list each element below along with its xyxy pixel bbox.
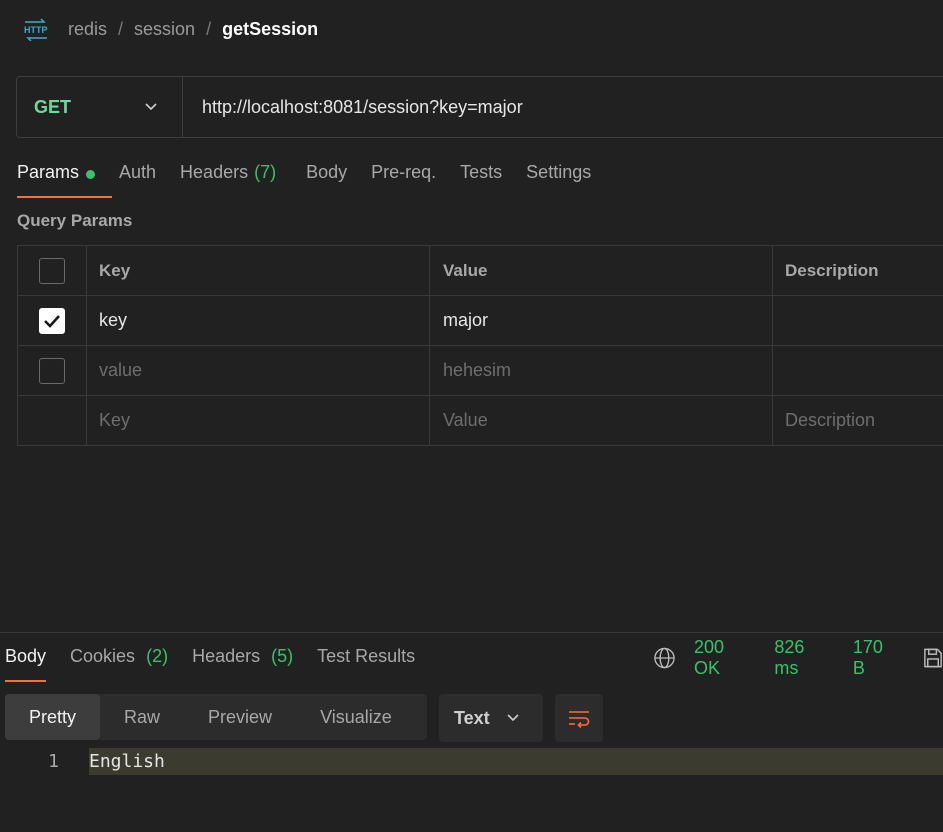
response-tabs: Body Cookies (2) Headers (5) Test Result… <box>5 642 439 682</box>
tab-response-body-label: Body <box>5 646 47 666</box>
row-checkbox-unchecked[interactable] <box>39 357 65 384</box>
tab-response-body[interactable]: Body <box>5 642 47 682</box>
save-icon[interactable] <box>922 647 943 669</box>
tab-prereq-label: Pre-req. <box>371 162 437 182</box>
svg-text:HTTP: HTTP <box>24 25 48 35</box>
pane-divider[interactable] <box>0 632 943 633</box>
response-size[interactable]: 170 B <box>853 637 898 679</box>
column-header-description: Description <box>785 260 879 280</box>
tab-prereq[interactable]: Pre-req. <box>371 158 436 198</box>
query-params-title: Query Params <box>17 211 133 230</box>
code-line[interactable]: English <box>89 748 943 775</box>
tab-settings-label: Settings <box>526 162 592 182</box>
column-header-key: Key <box>87 246 430 295</box>
breadcrumb-collection[interactable]: redis <box>68 19 107 40</box>
checkmark-icon <box>44 314 60 328</box>
request-tabs: Params Auth Headers (7) Body Pre-req. Te… <box>17 158 615 198</box>
method-label: GET <box>34 96 72 117</box>
status-code[interactable]: 200 OK <box>694 637 752 679</box>
tab-test-results[interactable]: Test Results <box>317 642 415 682</box>
response-headers-count: (5) <box>271 646 294 666</box>
select-all-cell <box>18 246 87 295</box>
tab-response-headers-label: Headers <box>192 646 261 666</box>
row-check-cell <box>18 396 87 445</box>
new-key-input[interactable]: Key <box>87 396 430 445</box>
table-row-new: Key Value Description <box>18 396 943 446</box>
url-input[interactable]: http://localhost:8081/session?key=major <box>183 97 523 118</box>
query-params-table: Key Value Description key major value he… <box>17 245 943 446</box>
format-label: Text <box>454 707 490 728</box>
wrap-lines-button[interactable] <box>555 694 603 742</box>
tab-cookies-label: Cookies <box>70 646 136 666</box>
line-number: 1 <box>48 751 59 772</box>
breadcrumb-folder[interactable]: session <box>134 19 195 40</box>
param-key-field[interactable]: key <box>87 296 430 345</box>
param-value-field[interactable]: hehesim <box>430 346 773 395</box>
param-value-field[interactable]: major <box>430 296 773 345</box>
view-pretty-button[interactable]: Pretty <box>5 694 101 740</box>
select-all-checkbox[interactable] <box>39 257 65 284</box>
http-request-icon: HTTP <box>24 18 48 41</box>
table-row: key major <box>18 296 943 346</box>
param-description-field[interactable] <box>773 346 943 395</box>
tab-headers[interactable]: Headers (7) <box>180 158 276 198</box>
view-visualize-button[interactable]: Visualize <box>296 694 416 740</box>
param-description-field[interactable] <box>773 296 943 345</box>
active-indicator-dot <box>86 170 96 179</box>
response-time[interactable]: 826 ms <box>774 637 831 679</box>
view-preview-button[interactable]: Preview <box>184 694 296 740</box>
tab-tests[interactable]: Tests <box>460 158 502 198</box>
response-status-bar: 200 OK 826 ms 170 B <box>653 637 943 678</box>
response-body-editor[interactable]: 1 English <box>0 748 943 775</box>
tab-headers-label: Headers <box>180 162 249 182</box>
headers-count: (7) <box>254 162 277 182</box>
tab-response-headers[interactable]: Headers (5) <box>192 642 293 682</box>
method-selector[interactable]: GET <box>17 77 183 137</box>
tab-cookies[interactable]: Cookies (2) <box>70 642 168 682</box>
chevron-down-icon <box>145 103 157 111</box>
tab-params-label: Params <box>17 162 80 182</box>
param-key-field[interactable]: value <box>87 346 430 395</box>
cookies-count: (2) <box>146 646 169 666</box>
url-bar: GET http://localhost:8081/session?key=ma… <box>16 76 943 138</box>
row-checkbox-checked[interactable] <box>39 307 65 334</box>
breadcrumb-separator: / <box>206 18 212 39</box>
view-mode-segmented-control: Pretty Raw Preview Visualize <box>5 694 427 740</box>
new-description-input[interactable]: Description <box>773 396 943 445</box>
wrap-lines-icon <box>569 711 590 728</box>
tab-tests-label: Tests <box>460 162 503 182</box>
table-header-row: Key Value Description <box>18 246 943 296</box>
row-check-cell <box>18 296 87 345</box>
format-dropdown[interactable]: Text <box>439 694 543 742</box>
tab-body[interactable]: Body <box>306 158 347 198</box>
tab-test-results-label: Test Results <box>317 646 416 666</box>
view-raw-button[interactable]: Raw <box>100 694 184 740</box>
breadcrumb: HTTP redis / session / getSession <box>22 14 318 44</box>
request-name[interactable]: getSession <box>222 19 318 40</box>
new-value-input[interactable]: Value <box>430 396 773 445</box>
tab-auth[interactable]: Auth <box>119 158 156 198</box>
breadcrumb-separator: / <box>118 18 124 39</box>
tab-settings[interactable]: Settings <box>526 158 591 198</box>
column-header-value: Value <box>430 246 773 295</box>
globe-icon[interactable] <box>653 646 676 670</box>
row-check-cell <box>18 346 87 395</box>
tab-body-label: Body <box>306 162 348 182</box>
tab-params[interactable]: Params <box>17 158 113 198</box>
tab-auth-label: Auth <box>119 162 157 182</box>
chevron-down-icon <box>507 714 519 722</box>
table-row: value hehesim <box>18 346 943 396</box>
